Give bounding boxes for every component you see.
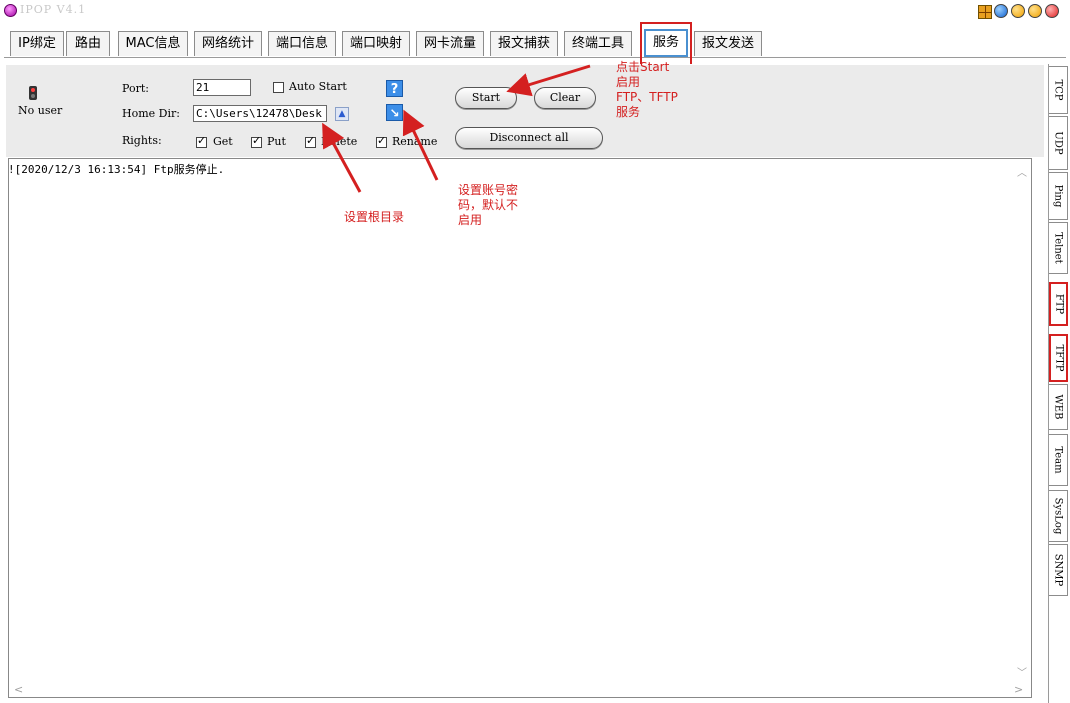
arrow-root	[322, 122, 362, 193]
note-line: 启用	[616, 75, 641, 89]
arrow-account	[402, 109, 439, 181]
start-note: 点击Start 启用 FTP、TFTP 服务	[616, 60, 678, 120]
note-line: 启用	[458, 213, 483, 227]
note-line: 码，默认不	[458, 198, 519, 212]
account-note: 设置账号密 码，默认不 启用	[458, 183, 518, 228]
root-note: 设置根目录	[344, 210, 405, 224]
note-line: 服务	[616, 105, 641, 119]
annotation-arrows	[322, 64, 591, 193]
note-line: 设置账号密	[458, 183, 519, 197]
note-line: 点击Start	[616, 60, 670, 74]
arrow-start	[506, 64, 591, 97]
note-line: FTP、TFTP	[616, 90, 678, 104]
